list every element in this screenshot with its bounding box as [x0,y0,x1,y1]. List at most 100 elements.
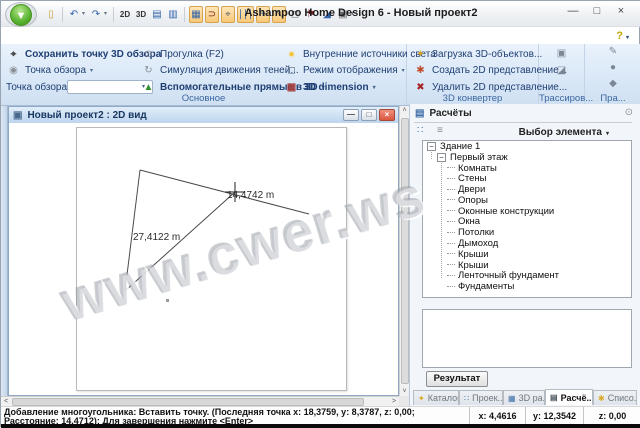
tab-catalog[interactable]: ✦ Каталог [413,390,459,405]
scrollbar-corner [399,396,409,406]
maximize-button[interactable]: □ [585,4,609,20]
grid-icon: ▦ [508,393,516,403]
camera-tripod-icon: ⌖ [10,48,17,60]
document-icon: ▣ [13,109,23,121]
view-point-button[interactable]: ◉ Точка обзора ▾ [6,63,93,77]
tree-item-roofs-2[interactable]: Крыши [423,260,631,271]
tree-item-walls[interactable]: Стены [423,173,631,184]
calculations-panel: ▤ Расчёты ⊙ ∷ ≡ Выбор элемента ▾ − Здание … [409,104,640,406]
vertical-scrollbar[interactable]: ˄ ˅ [399,106,409,396]
app-menu-button[interactable]: ▼ [5,2,37,27]
chevron-down-icon[interactable]: ▾ [104,6,110,23]
tree-item-windows[interactable]: Окна [423,216,631,227]
panel-title: Расчёты [429,108,472,119]
undo-icon[interactable]: ↶ [67,6,81,23]
drawing-canvas[interactable] [9,123,400,397]
walk-icon: ⊙ [144,48,153,60]
list-sun-icon: ✱ [598,393,605,403]
minimize-button[interactable]: — [561,4,585,20]
doc-close-button[interactable]: × [379,109,395,121]
panel-toolbar: ∷ ≡ Выбор элемента ▾ [415,125,637,140]
result-list-box[interactable] [422,309,632,368]
magnet-snap-icon[interactable]: ⊃ [205,6,219,23]
list-view-icon[interactable]: ≡ [437,125,443,136]
panel-pin-icon[interactable]: ⊙ [625,107,633,118]
tree-item-floor[interactable]: − Первый этаж [423,152,631,163]
close-button[interactable]: × [609,4,633,20]
tree-item-doors[interactable]: Двери [423,184,631,195]
edit-move-icon[interactable]: ◆ [585,78,640,89]
tab-3d-frame[interactable]: ▦3D ра... [503,390,545,405]
tab-list[interactable]: ✱Списо... [593,390,637,405]
window-controls: — □ × [561,4,633,20]
panel-header: ▤ Расчёты [412,106,640,121]
tracing-monitor-icon[interactable]: ▣ [539,48,584,59]
split-horizontal-icon[interactable]: ▤ [150,6,164,23]
tab-project[interactable]: ∷ Проек... [459,390,503,405]
document-title: Новый проект2 : 2D вид [27,109,147,121]
tree-item-chimney[interactable]: Дымоход [423,238,631,249]
split-vertical-icon[interactable]: ▥ [166,6,180,23]
tree-item-supports[interactable]: Опоры [423,195,631,206]
result-button[interactable]: Результат [426,371,488,387]
grid-snap-icon[interactable]: ▦ [189,6,203,23]
delete-2d-icon: ✖ [416,81,425,93]
doc-minimize-button[interactable]: — [343,109,359,121]
mdi-area: ▣ Новый проект2 : 2D вид — □ × 27,4122 m… [1,106,409,406]
light-bulb-icon: ● [288,48,295,60]
view-3d-icon[interactable]: 3D [134,6,148,23]
chevron-down-icon: ▾ [372,84,376,91]
tree-item-strip-foundation[interactable]: Ленточный фундамент [423,270,631,281]
collapsed-side-strip[interactable] [1,106,8,406]
display-mode-button[interactable]: ◻ Режим отображения ▾ [284,63,405,77]
view-2d-icon[interactable]: 2D [118,6,132,23]
app-window: { "window": { "title": "Ashampoo Home De… [0,0,640,428]
window-bottom-edge [1,424,640,428]
walk-button[interactable]: ⊙ Прогулка (F2) [141,47,224,61]
tree-item-ceilings[interactable]: Потолки [423,227,631,238]
view-point-label: Точка обзора [6,81,68,93]
hierarchy-view-icon[interactable]: ∷ [417,125,423,136]
tree-item-rooms[interactable]: Комнаты [423,163,631,174]
vertical-scroll-thumb[interactable] [401,118,409,384]
edit-node-icon[interactable]: ● [585,62,640,73]
load-3d-icon: ✦ [416,48,425,60]
tracing-frame-icon[interactable]: ◪ [539,65,584,76]
book-icon: ▤ [550,393,558,402]
tree-item-building[interactable]: − Здание 1 [423,141,631,152]
doc-restore-button[interactable]: □ [361,109,377,121]
help-icon: ? [616,30,623,42]
load-3d-objects-button[interactable]: ✦ Загрузка 3D-объектов... [413,47,542,61]
save-3d-view-button[interactable]: ⌖ Сохранить точку 3D обзора [6,47,162,61]
scroll-down-icon[interactable]: ˅ [400,388,409,395]
coordinate-y: y: 12,3542 [525,407,583,425]
document-window-controls: — □ × [343,109,395,121]
collapse-icon[interactable]: − [427,141,436,151]
title-bar: ▼ ▯ ↶ ▾ ↷ ▾ 2D 3D ▤ ▥ ▦ ⊃ ⌖ ∣∣∣ + ↖ ◻ ⚑ … [1,1,640,27]
tree-item-roofs-1[interactable]: Крыши [423,249,631,260]
chevron-down-icon: ▾ [401,67,405,74]
3d-dimension-button[interactable]: ▦ 3D dimension ▾ [284,80,376,94]
toolbar-separator [184,7,185,22]
group-label-converter: 3D конвертер [442,93,503,104]
document-title-bar[interactable]: ▣ Новый проект2 : 2D вид — □ × [9,107,398,123]
horizontal-scrollbar[interactable]: < > [1,396,399,406]
ribbon: ⌖ Сохранить точку 3D обзора ◉ Точка обзо… [1,44,640,106]
redo-icon[interactable]: ↷ [89,6,103,23]
edit-pencil-icon[interactable]: ✎ [585,46,640,57]
element-tree[interactable]: − Здание 1 − Первый этаж Комнаты Стены Две… [422,140,632,298]
scroll-up-icon[interactable]: ˄ [400,107,409,114]
chevron-down-icon: ▾ [90,67,94,74]
collapse-icon[interactable]: − [437,152,446,162]
tab-calculations[interactable]: ▤ Расчё... [545,389,593,405]
snap-point [212,259,214,261]
shadow-simulation-button[interactable]: ↻ Симуляция движения теней... [141,63,298,77]
tree-item-foundations[interactable]: Фундаменты [423,281,631,292]
horizontal-scroll-thumb[interactable] [12,398,364,406]
new-document-icon[interactable]: ▯ [44,6,58,23]
camera-icon: ◉ [9,64,18,76]
ribbon-group-main: ⌖ Сохранить точку 3D обзора ◉ Точка обзо… [1,44,436,105]
tree-item-window-constructions[interactable]: Оконные конструкции [423,206,631,217]
chevron-down-icon[interactable]: ▾ [82,6,88,23]
catalog-icon: ✦ [418,393,425,403]
